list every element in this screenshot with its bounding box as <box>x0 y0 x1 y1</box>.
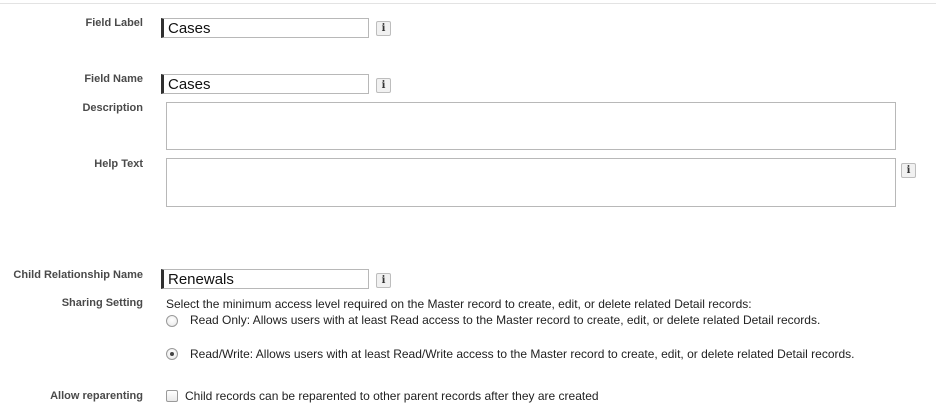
child-relationship-name-input[interactable]: Renewals <box>161 269 369 289</box>
description-textarea[interactable] <box>166 102 896 150</box>
child-relationship-name-label: Child Relationship Name <box>13 269 143 281</box>
field-name-input[interactable]: Cases <box>161 74 369 94</box>
field-label-label: Field Label <box>85 17 143 29</box>
read-write-radio-label[interactable]: Read/Write: Allows users with at least R… <box>190 347 855 361</box>
field-label-input[interactable]: Cases <box>161 18 369 38</box>
allow-reparenting-checkbox-label[interactable]: Child records can be reparented to other… <box>185 389 599 403</box>
field-label-info-icon[interactable]: i <box>376 21 391 36</box>
help-text-label: Help Text <box>94 158 143 170</box>
child-relationship-name-info-icon[interactable]: i <box>376 273 391 288</box>
read-only-radio-label[interactable]: Read Only: Allows users with at least Re… <box>190 313 820 327</box>
sharing-setting-instruction: Select the minimum access level required… <box>166 297 752 311</box>
allow-reparenting-checkbox[interactable] <box>166 390 178 402</box>
description-label: Description <box>82 102 143 114</box>
sharing-setting-label: Sharing Setting <box>61 297 143 309</box>
read-only-radio[interactable] <box>166 315 178 327</box>
read-write-radio[interactable] <box>166 348 178 360</box>
top-divider <box>0 3 936 4</box>
help-text-textarea[interactable] <box>166 158 896 207</box>
allow-reparenting-label: Allow reparenting <box>50 390 143 402</box>
field-name-label: Field Name <box>84 73 143 85</box>
field-name-info-icon[interactable]: i <box>376 78 391 93</box>
help-text-info-icon[interactable]: i <box>901 163 916 178</box>
radio-selected-dot <box>170 352 174 356</box>
